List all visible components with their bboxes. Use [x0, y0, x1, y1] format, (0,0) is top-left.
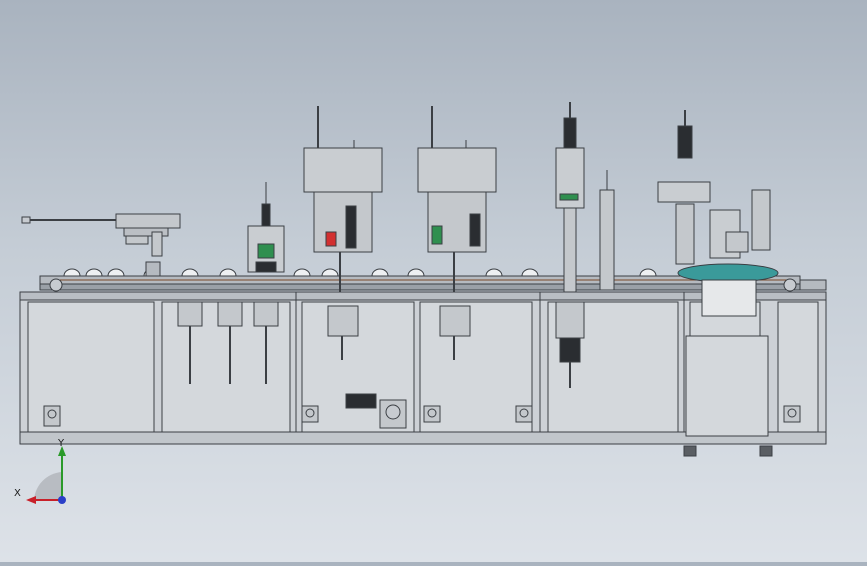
station-small-press: [247, 182, 285, 273]
coordinate-triad: [26, 446, 66, 504]
triad-y-label: Y: [58, 438, 65, 449]
station-feeder-tower: [657, 110, 771, 265]
pusher-cylinder: [21, 213, 181, 277]
triad-x-label: X: [14, 488, 21, 499]
cad-viewport[interactable]: X Y: [0, 0, 867, 562]
assembly-drawing: [19, 102, 827, 504]
